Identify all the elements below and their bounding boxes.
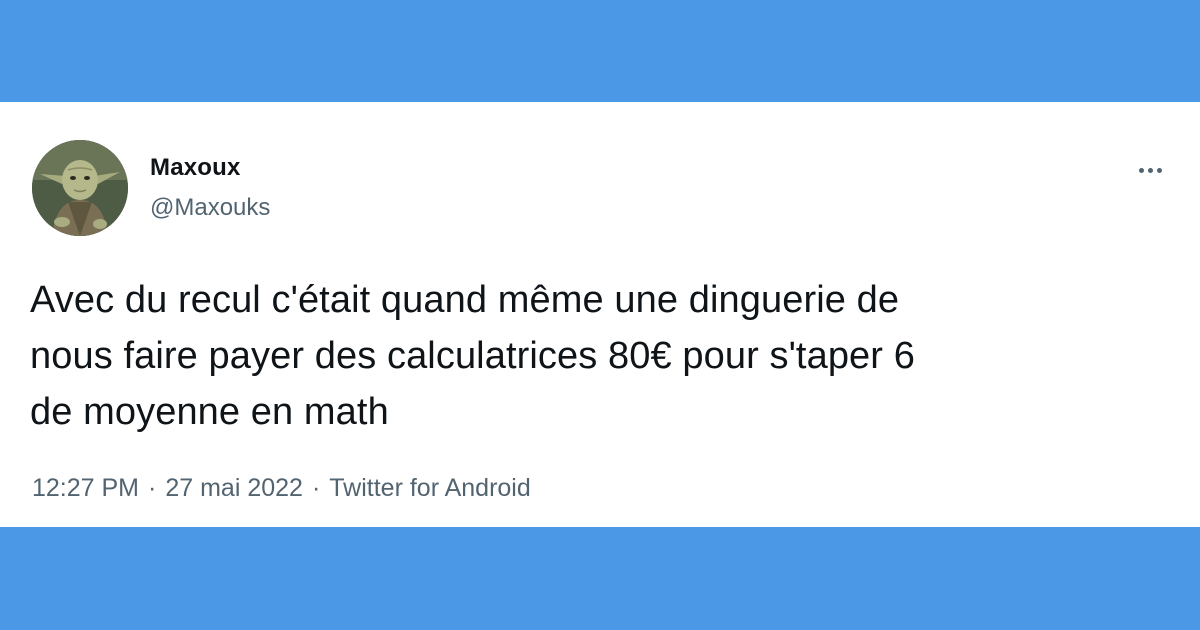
yoda-avatar-icon xyxy=(32,140,128,236)
bottom-blue-band xyxy=(0,527,1200,630)
tweet-meta: 12:27 PM · 27 mai 2022 · Twitter for Android xyxy=(32,474,531,503)
meta-separator: · xyxy=(311,474,321,502)
tweet-text-line: nous faire payer des calculatrices 80€ p… xyxy=(30,335,915,377)
tweet-text-line: Avec du recul c'était quand même une din… xyxy=(30,279,900,321)
author-display-name[interactable]: Maxoux xyxy=(150,154,241,182)
top-blue-band xyxy=(0,0,1200,102)
author-avatar[interactable] xyxy=(32,140,128,236)
tweet-source[interactable]: Twitter for Android xyxy=(329,474,530,502)
tweet-date[interactable]: 27 mai 2022 xyxy=(165,474,303,502)
more-horizontal-icon xyxy=(1137,167,1164,173)
tweet-card: Maxoux @Maxouks Avec du recul c'était qu… xyxy=(0,102,1200,527)
more-options-button[interactable] xyxy=(1130,156,1170,184)
tweet-text-line: de moyenne en math xyxy=(30,391,389,433)
author-handle[interactable]: @Maxouks xyxy=(150,194,270,222)
meta-separator: · xyxy=(148,474,157,502)
tweet-time[interactable]: 12:27 PM xyxy=(32,474,139,502)
tweet-text: Avec du recul c'était quand même une din… xyxy=(30,272,1150,440)
